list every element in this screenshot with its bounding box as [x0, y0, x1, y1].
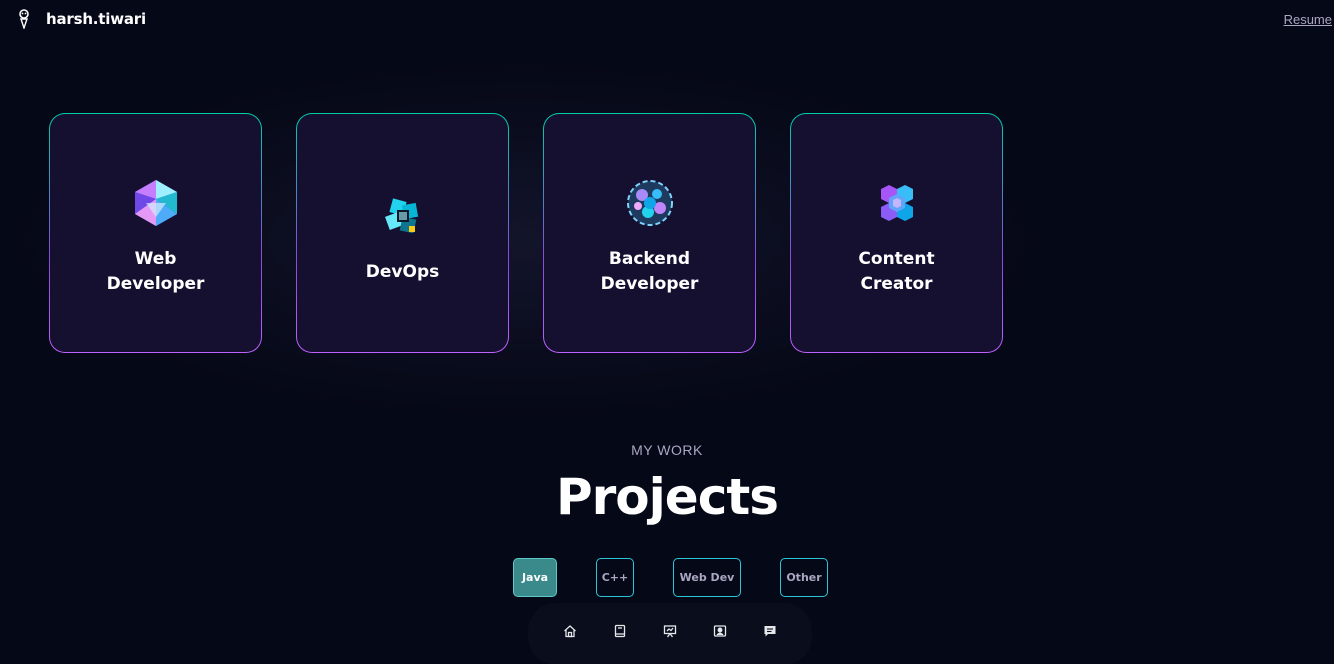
sphere-orb-icon: [622, 175, 678, 231]
service-cards: Web Developer DevOps Backend Developer C…: [49, 113, 1003, 353]
section-subtitle: MY WORK: [631, 442, 703, 458]
developer-avatar-icon: [16, 8, 32, 30]
service-card-backend-developer: Backend Developer: [543, 113, 756, 353]
presentation-icon[interactable]: [660, 621, 680, 641]
service-card-devops: DevOps: [296, 113, 509, 353]
contact-card-icon[interactable]: [710, 621, 730, 641]
service-title: Web Developer: [106, 249, 205, 294]
service-title: DevOps: [365, 261, 440, 282]
brand-name[interactable]: harsh.tiwari: [46, 10, 146, 28]
cube-cluster-icon: [375, 188, 431, 244]
project-filters: Java C++ Web Dev Other: [0, 558, 1334, 598]
service-title: Backend Developer: [600, 249, 699, 294]
book-icon[interactable]: [610, 621, 630, 641]
filter-java-button[interactable]: Java: [513, 558, 557, 597]
chat-icon[interactable]: [760, 621, 780, 641]
filter-webdev-button[interactable]: Web Dev: [673, 558, 741, 597]
resume-link[interactable]: Resume: [1284, 12, 1332, 27]
home-icon[interactable]: [560, 621, 580, 641]
service-title: Content Creator: [858, 249, 935, 294]
service-card-content-creator: Content Creator: [790, 113, 1003, 353]
hexagon-cluster-icon: [869, 175, 925, 231]
filter-other-button[interactable]: Other: [780, 558, 828, 597]
brand[interactable]: harsh.tiwari: [16, 8, 146, 30]
bottom-nav: [528, 603, 812, 664]
service-card-web-developer: Web Developer: [49, 113, 262, 353]
crystal-polyhedron-icon: [128, 175, 184, 231]
portfolio-page: harsh.tiwari Resume Web Developer DevOps…: [0, 0, 1334, 664]
filter-cpp-button[interactable]: C++: [596, 558, 634, 597]
section-title: Projects: [555, 468, 779, 526]
